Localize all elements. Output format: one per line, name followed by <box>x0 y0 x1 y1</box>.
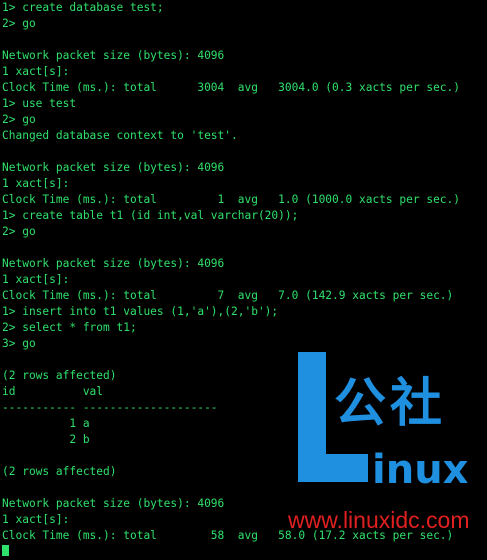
terminal-line: 1 xact[s]: <box>2 273 70 286</box>
terminal-line: Changed database context to 'test'. <box>2 129 238 142</box>
terminal-window[interactable]: 1> create database test; 2> go Network p… <box>0 0 487 556</box>
terminal-line: 2> go <box>2 225 36 238</box>
terminal-line: ----------- -------------------- <box>2 401 218 414</box>
terminal-line: 1> use test <box>2 97 77 110</box>
terminal-line: (2 rows affected) <box>2 465 117 478</box>
terminal-line: Network packet size (bytes): 4096 <box>2 497 225 510</box>
terminal-line: (2 rows affected) <box>2 369 117 382</box>
terminal-line: id val <box>2 385 104 398</box>
terminal-line: Network packet size (bytes): 4096 <box>2 49 225 62</box>
terminal-line: 1 xact[s]: <box>2 513 70 526</box>
terminal-line: 2> go <box>2 113 36 126</box>
terminal-line: 1 xact[s]: <box>2 177 70 190</box>
terminal-line: 1 a <box>2 417 90 430</box>
terminal-line: 2 b <box>2 433 90 446</box>
terminal-line: 3> go <box>2 337 36 350</box>
terminal-line: 1> create database test; <box>2 1 164 14</box>
terminal-prompt-line[interactable] <box>2 544 487 560</box>
terminal-line: Network packet size (bytes): 4096 <box>2 161 225 174</box>
terminal-line: Network packet size (bytes): 4096 <box>2 257 225 270</box>
terminal-line: 2> go <box>2 17 36 30</box>
terminal-line: 2> select * from t1; <box>2 321 137 334</box>
terminal-line: 1> insert into t1 values (1,'a'),(2,'b')… <box>2 305 279 318</box>
terminal-line: 1 xact[s]: <box>2 65 70 78</box>
terminal-line: Clock Time (ms.): total 58 avg 58.0 (17.… <box>2 529 454 542</box>
terminal-line: Clock Time (ms.): total 1 avg 1.0 (1000.… <box>2 193 461 206</box>
terminal-line: 1> create table t1 (id int,val varchar(2… <box>2 209 299 222</box>
terminal-line: Clock Time (ms.): total 3004 avg 3004.0 … <box>2 81 461 94</box>
terminal-line: Clock Time (ms.): total 7 avg 7.0 (142.9… <box>2 289 454 302</box>
